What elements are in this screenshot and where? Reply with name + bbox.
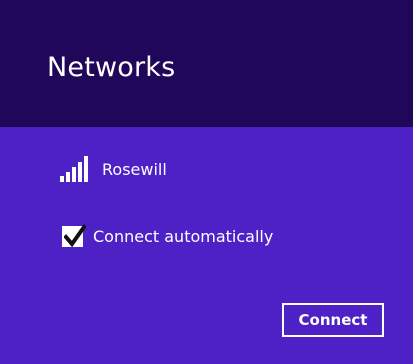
connect-automatically-option[interactable]: Connect automatically — [62, 224, 274, 248]
flyout-header: Networks — [0, 0, 413, 127]
network-list-item[interactable]: Rosewill — [60, 154, 167, 182]
connect-automatically-label: Connect automatically — [93, 227, 274, 246]
signal-bar-1 — [60, 176, 64, 182]
network-name: Rosewill — [102, 160, 167, 179]
connect-automatically-checkbox[interactable] — [62, 224, 86, 248]
signal-bar-4 — [78, 162, 82, 182]
signal-bar-2 — [66, 172, 70, 182]
connect-button[interactable]: Connect — [282, 303, 384, 337]
page-title: Networks — [47, 52, 176, 83]
signal-bar-5 — [84, 156, 88, 182]
checkmark-icon — [64, 224, 86, 248]
signal-bar-3 — [72, 167, 76, 182]
wifi-signal-icon — [60, 156, 94, 182]
